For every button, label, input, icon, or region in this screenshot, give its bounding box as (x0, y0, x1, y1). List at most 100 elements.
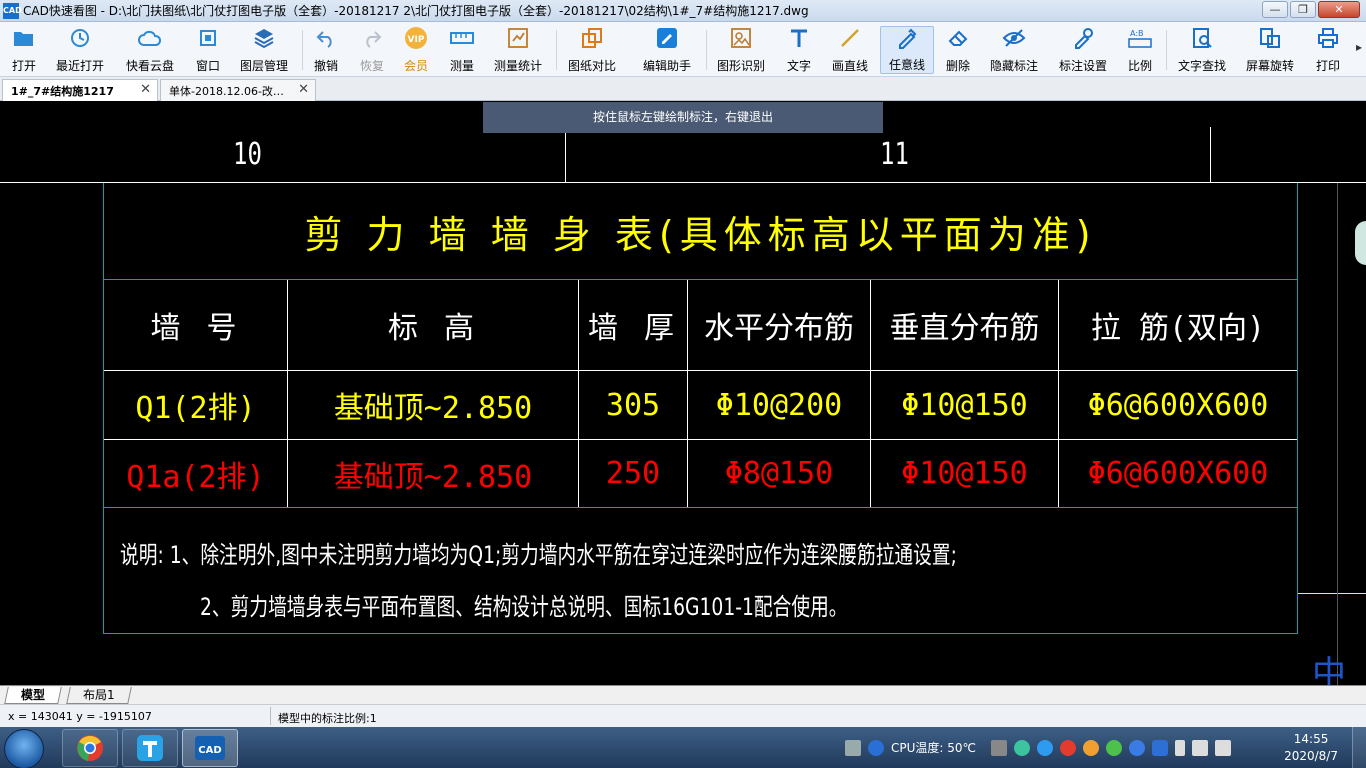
shape-recognition-button[interactable]: 图形识别 (715, 26, 767, 74)
table-cell: 305 (605, 387, 661, 423)
cloud-drive-button[interactable]: 快看云盘 (124, 26, 176, 74)
tray-app-icon[interactable] (1129, 739, 1146, 756)
edit-helper-icon (655, 26, 679, 50)
vip-button[interactable]: VIP 会员 (402, 26, 430, 74)
windows-taskbar: CAD CPU温度: 50℃ 14:55 2020/8/7 (0, 727, 1366, 768)
minimize-button[interactable]: — (1262, 1, 1288, 18)
cursor-coordinates: x = 143041 y = -1915107 (8, 710, 152, 723)
screen-rotate-button[interactable]: 屏幕旋转 (1244, 26, 1296, 74)
close-button[interactable]: ✕ (1318, 1, 1360, 18)
toolbar-more-icon[interactable]: ▸ (1356, 40, 1362, 54)
chrome-icon[interactable] (62, 729, 118, 767)
cad-app-icon[interactable]: CAD (182, 729, 238, 767)
toolbar-separator (302, 30, 303, 70)
tab-model[interactable]: 模型 (4, 687, 62, 704)
tray-app-icon[interactable] (1083, 739, 1100, 756)
tray-app-icon[interactable] (1037, 739, 1054, 756)
clock-date: 2020/8/7 (1284, 749, 1338, 763)
taskbar-clock[interactable]: 14:55 2020/8/7 (1284, 731, 1338, 765)
edit-helper-button[interactable]: 编辑助手 (641, 26, 693, 74)
maximize-button[interactable]: ❐ (1290, 1, 1316, 18)
window-icon (196, 26, 220, 50)
axis-tick (1210, 127, 1211, 182)
tray-expand-icon[interactable] (991, 739, 1008, 756)
tab-active-drawing[interactable]: 1#_7#结构施1217 ✕ (2, 79, 158, 101)
header-elevation: 标 高 (387, 311, 479, 346)
freehand-icon (895, 27, 919, 49)
vip-icon: VIP (404, 26, 428, 50)
battery-icon[interactable] (1175, 739, 1186, 756)
scale-label: 比例 (1127, 59, 1152, 73)
drawing-compare-button[interactable]: 图纸对比 (566, 26, 618, 74)
annotation-settings-icon (1071, 26, 1095, 50)
rotate-icon (1258, 26, 1282, 50)
layer-manager-button[interactable]: 图层管理 (238, 26, 290, 74)
ruler-icon (450, 26, 474, 50)
layers-icon (252, 26, 276, 50)
network-icon[interactable] (1215, 739, 1232, 756)
recent-open-button[interactable]: 最近打开 (54, 26, 106, 74)
layout-tabbar: 模型 布局1 (0, 685, 1366, 704)
status-divider (270, 707, 271, 725)
redo-icon (360, 26, 384, 50)
tab-model-label: 模型 (21, 688, 46, 702)
line-icon (838, 26, 862, 50)
table-cell: 基础顶~2.850 (333, 459, 533, 495)
measure-button[interactable]: 测量 (448, 26, 476, 74)
header-wall-number: 墙 号 (150, 311, 241, 346)
tab-layout1[interactable]: 布局1 (66, 687, 132, 704)
bluetooth-icon[interactable] (1152, 739, 1169, 756)
show-desktop-button[interactable] (1352, 727, 1366, 768)
tab-label: 1#_7#结构施1217 (11, 84, 114, 98)
cloud-icon (138, 26, 162, 50)
app-logo-icon: CAD (3, 2, 22, 19)
annotation-settings-button[interactable]: 标注设置 (1057, 26, 1109, 74)
side-scroll-handle[interactable] (1355, 221, 1366, 265)
hide-icon (1002, 26, 1026, 50)
window-title: CAD快速看图 - D:\北门扶图纸\北门仗打图电子版（全套）-20181217… (23, 4, 809, 18)
window-button[interactable]: 窗口 (192, 26, 224, 74)
drawing-canvas[interactable]: 按住鼠标左键绘制标注，右键退出 10 11 剪 力 墙 墙 身 表(具体标高以平… (0, 101, 1366, 685)
freehand-line-button[interactable]: 任意线 (880, 26, 934, 74)
svg-text:VIP: VIP (408, 35, 425, 45)
tray-app-icon[interactable] (1014, 739, 1031, 756)
draw-line-button[interactable]: 画直线 (830, 26, 870, 74)
tab-close-icon[interactable]: ✕ (140, 82, 151, 97)
scale-icon: A:B (1128, 26, 1152, 50)
delete-button[interactable]: 删除 (944, 26, 972, 74)
print-button[interactable]: 打印 (1314, 26, 1342, 74)
keyboard-icon[interactable] (845, 739, 861, 756)
table-cell: Φ10@150 (901, 456, 1028, 491)
document-tabbar: 1#_7#结构施1217 ✕ 单体-2018.12.06-改… ✕ (0, 77, 1366, 101)
wechat-icon[interactable] (1106, 739, 1123, 756)
text-tool-button[interactable]: 文字 (785, 26, 813, 74)
header-vertical-rebar: 垂直分布筋 (889, 311, 1040, 346)
tab-label: 单体-2018.12.06-改… (169, 84, 284, 98)
table-border (103, 507, 1298, 508)
hide-annotation-button[interactable]: 隐藏标注 (988, 26, 1040, 74)
help-icon[interactable] (868, 739, 884, 756)
draw-line-label: 画直线 (831, 59, 868, 73)
cloud-drive-label: 快看云盘 (125, 59, 174, 73)
note-line-2: 2、剪力墙墙身表与平面布置图、结构设计总说明、国标16G101-1配合使用。 (200, 593, 848, 621)
shape-recognition-label: 图形识别 (716, 59, 765, 73)
title-bar: CAD CAD快速看图 - D:\北门扶图纸\北门仗打图电子版（全套）-2018… (0, 0, 1366, 22)
open-button[interactable]: 打开 (8, 26, 40, 74)
start-button[interactable] (4, 729, 44, 768)
annotation-settings-label: 标注设置 (1058, 59, 1107, 73)
scale-button[interactable]: A:B 比例 (1126, 26, 1154, 74)
annotation-scale-status: 模型中的标注比例:1 (278, 712, 377, 725)
undo-button[interactable]: 撤销 (312, 26, 340, 74)
measure-stats-button[interactable]: 测量统计 (492, 26, 544, 74)
tab-close-icon[interactable]: ✕ (298, 82, 309, 97)
redo-button[interactable]: 恢复 (358, 26, 386, 74)
tab-second-drawing[interactable]: 单体-2018.12.06-改… ✕ (160, 79, 316, 101)
table-title: 剪 力 墙 墙 身 表(具体标高以平面为准) (304, 212, 1097, 257)
text-search-button[interactable]: 文字查找 (1176, 26, 1228, 74)
tab-layout1-label: 布局1 (83, 688, 115, 702)
t-app-icon[interactable] (122, 729, 178, 767)
volume-icon[interactable] (1192, 739, 1209, 756)
toolbar-separator (556, 30, 557, 70)
window-controls: — ❐ ✕ (1262, 1, 1360, 18)
tray-app-icon[interactable] (1060, 739, 1077, 756)
